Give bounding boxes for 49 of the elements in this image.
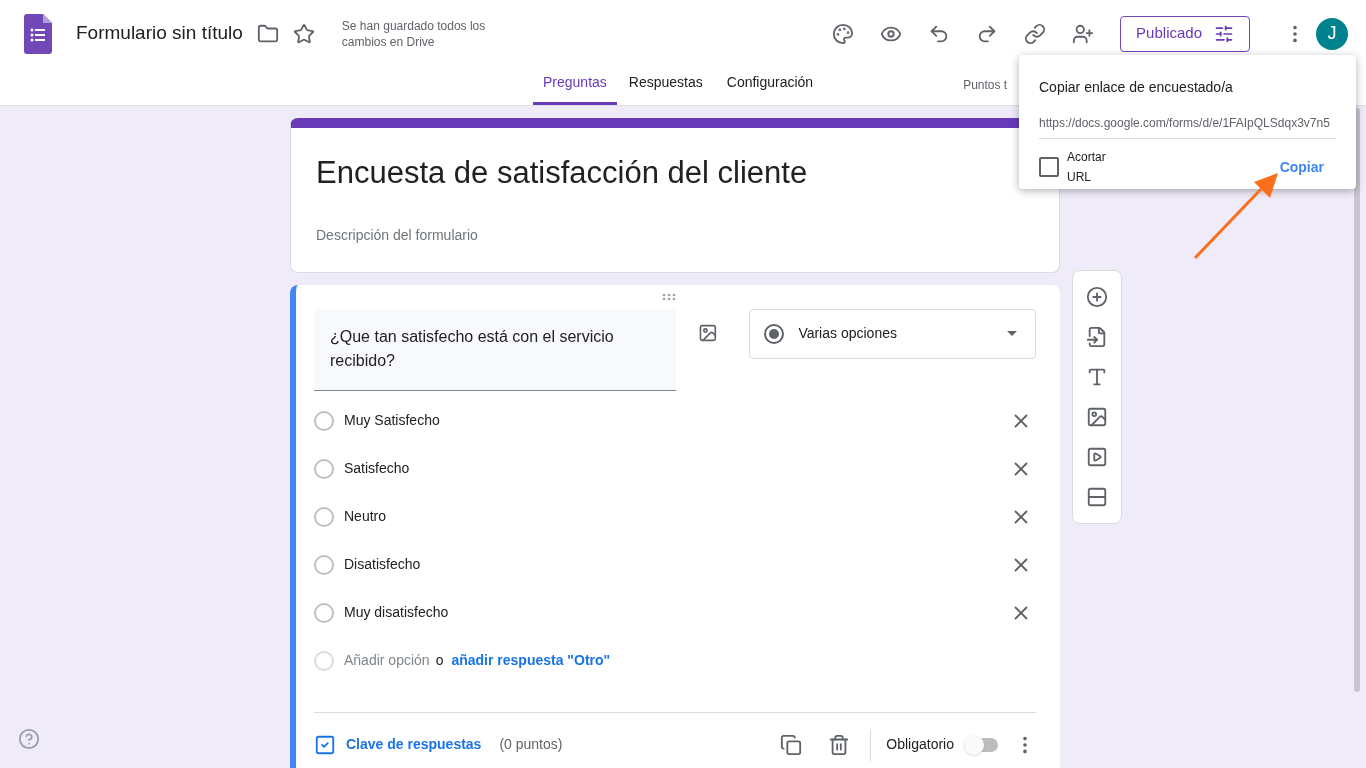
image-icon[interactable] xyxy=(697,322,718,343)
add-option-field[interactable]: Añadir opción xyxy=(344,650,430,671)
document-title[interactable]: Formulario sin título xyxy=(76,19,243,48)
or-text: o xyxy=(435,651,444,670)
section-icon[interactable] xyxy=(1086,486,1108,508)
answer-key-link[interactable]: Clave de respuestas xyxy=(346,734,482,755)
avatar[interactable]: J xyxy=(1316,17,1348,50)
shorten-label: Acortar xyxy=(1067,149,1106,166)
radio-icon xyxy=(764,323,785,344)
answer-key-icon[interactable] xyxy=(314,733,336,756)
option-label[interactable]: Satisfecho xyxy=(344,458,410,479)
popup-title: Copiar enlace de encuestado/a xyxy=(1039,78,1234,97)
option-label[interactable]: Neutro xyxy=(344,506,387,527)
import-icon[interactable] xyxy=(1086,326,1108,348)
delete-icon[interactable] xyxy=(828,733,851,756)
tab[interactable]: Configuración xyxy=(714,72,826,105)
required-toggle[interactable] xyxy=(964,734,1000,755)
text-icon[interactable] xyxy=(1086,366,1108,388)
option-label[interactable]: Muy Satisfecho xyxy=(344,410,440,431)
option-label[interactable]: Disatisfecho xyxy=(344,554,421,575)
add-other-link[interactable]: añadir respuesta "Otro" xyxy=(451,650,611,671)
copy-button[interactable]: Copiar xyxy=(1275,152,1328,182)
drag-handle-icon[interactable] xyxy=(661,292,677,301)
points-text: (0 puntos) xyxy=(499,735,563,754)
form-description[interactable]: Descripción del formulario xyxy=(316,224,1034,246)
question-field[interactable]: ¿Que tan satisfecho está con el servicio recibido? xyxy=(314,308,676,391)
publish-button[interactable]: Publicado xyxy=(1120,15,1250,52)
folder-icon[interactable] xyxy=(256,22,279,45)
option-label[interactable]: Muy disatisfecho xyxy=(344,602,449,623)
palette-icon[interactable] xyxy=(832,22,855,45)
link-icon[interactable] xyxy=(1024,22,1047,45)
video-icon[interactable] xyxy=(1086,446,1108,468)
dropdown-arrow-icon xyxy=(1007,331,1017,336)
image-icon[interactable] xyxy=(1086,406,1108,428)
sliders-icon xyxy=(1214,23,1234,44)
tab[interactable]: Respuestas xyxy=(616,72,715,105)
star-icon[interactable] xyxy=(292,22,315,45)
add-question-icon[interactable] xyxy=(1086,286,1108,308)
forms-logo-icon[interactable] xyxy=(24,13,52,54)
tab[interactable]: Preguntas xyxy=(533,72,617,105)
shorten-label: URL xyxy=(1067,169,1092,186)
shorten-checkbox[interactable] xyxy=(1039,157,1059,177)
duplicate-icon[interactable] xyxy=(780,733,803,756)
question-type-dropdown[interactable]: Varias opciones xyxy=(749,308,1036,359)
required-label: Obligatorio xyxy=(886,735,954,754)
save-status: Se han guardado todos los cambios en Drive xyxy=(341,17,487,50)
points-label: Puntos t xyxy=(963,77,1008,94)
url-field[interactable]: https://docs.google.com/forms/d/e/1FAIpQLSdqx3v7n5 xyxy=(1039,114,1336,139)
add-person-icon[interactable] xyxy=(1072,22,1095,45)
